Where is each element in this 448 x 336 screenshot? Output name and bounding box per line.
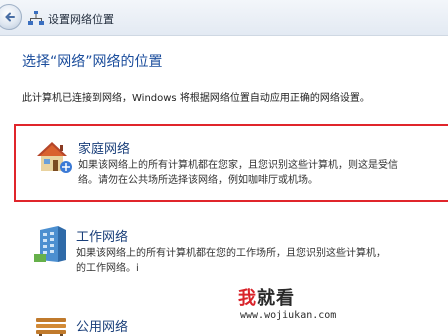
watermark-url: www.wojiukan.com [240, 310, 337, 321]
option-title: 工作网络 [76, 230, 129, 245]
watermark-text: 我就看 [238, 288, 295, 309]
option-public-network[interactable]: 公用网络 [14, 304, 448, 336]
work-network-icon [34, 226, 66, 262]
back-arrow-icon [5, 12, 15, 22]
option-title: 公用网络 [76, 320, 129, 335]
home-network-icon [37, 142, 72, 173]
option-title: 家庭网络 [78, 142, 131, 157]
window-title: 设置网络位置 [48, 13, 114, 26]
option-description: 如果该网络上的所有计算机都在您的工作场所，且您识别这些计算机， 的工作网络。i [76, 246, 448, 276]
option-desc-line: 如果该网络上的所有计算机都在您家，且您识别这些计算机，则这是受信 [78, 160, 398, 171]
title-bar: 设置网络位置 [0, 0, 448, 36]
option-desc-line: 的工作网络。i [76, 263, 139, 274]
back-button[interactable] [0, 4, 22, 30]
option-desc-line: 如果该网络上的所有计算机都在您的工作场所，且您识别这些计算机， [76, 248, 386, 259]
option-home-network[interactable]: 家庭网络 如果该网络上的所有计算机都在您家，且您识别这些计算机，则这是受信 络。… [14, 124, 448, 202]
public-network-icon [36, 318, 66, 336]
option-desc-line: 络。请勿在公共场所选择该网络，例如咖啡厅或机场。 [78, 175, 318, 186]
network-icon [28, 11, 44, 25]
option-description: 如果该网络上的所有计算机都在您家，且您识别这些计算机，则这是受信 络。请勿在公共… [78, 158, 448, 188]
intro-text: 此计算机已连接到网络，Windows 将根据网络位置自动应用正确的网络设置。 [22, 93, 370, 104]
page-heading: 选择“网络”网络的位置 [22, 54, 163, 70]
watermark-logo: 我就看 www.wojiukan.com [238, 284, 358, 328]
option-work-network[interactable]: 工作网络 如果该网络上的所有计算机都在您的工作场所，且您识别这些计算机， 的工作… [14, 218, 448, 290]
